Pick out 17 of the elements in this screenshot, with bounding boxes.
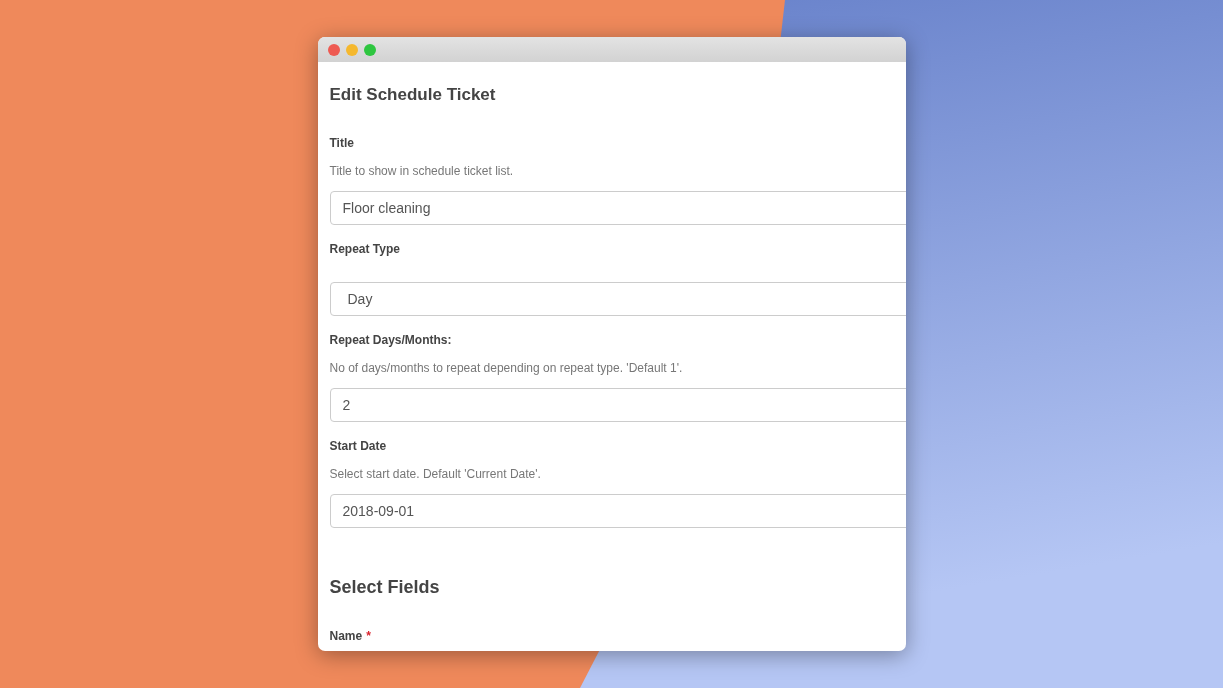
input-field[interactable]: Floor cleaning	[329, 191, 906, 225]
field-hint: No of days/months to repeat depending on repeat type. 'Default 1'.	[329, 360, 684, 377]
close-icon[interactable]	[327, 43, 340, 56]
field-hint: Title to show in schedule ticket list.	[329, 163, 515, 180]
input-field[interactable]: 2	[329, 388, 906, 422]
minimize-icon[interactable]	[345, 43, 358, 56]
select-field[interactable]: Day	[329, 282, 906, 316]
field-label: Title	[329, 135, 355, 152]
field-hint: Select start date. Default 'Current Date'.	[329, 466, 542, 483]
maximize-icon[interactable]	[363, 43, 376, 56]
input-field[interactable]: 2018-09-01	[329, 494, 906, 528]
field-label: Start Date	[329, 438, 388, 455]
field-label: Repeat Days/Months:	[329, 332, 453, 349]
field-label: Name *	[329, 628, 372, 645]
field-label: Repeat Type	[329, 241, 401, 258]
page-title: Edit Schedule Ticket	[329, 84, 497, 106]
section-title: Select Fields	[329, 576, 441, 599]
